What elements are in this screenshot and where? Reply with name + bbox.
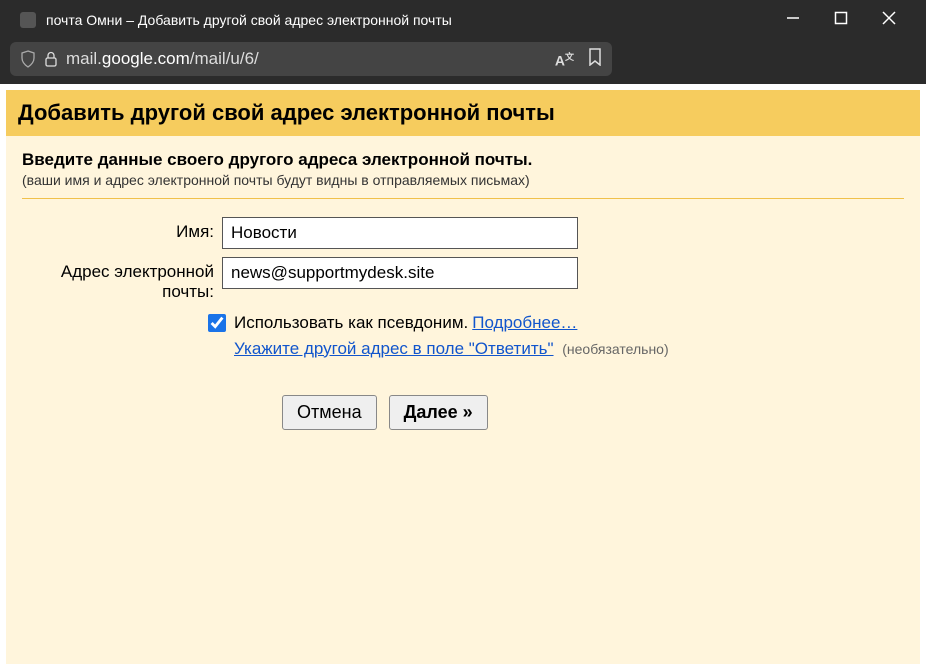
main-content: Введите данные своего другого адреса эле… bbox=[6, 136, 920, 664]
window-favicon bbox=[20, 12, 36, 28]
alias-more-link[interactable]: Подробнее… bbox=[472, 313, 577, 333]
next-button[interactable]: Далее » bbox=[389, 395, 488, 430]
reply-optional-label: (необязательно) bbox=[562, 341, 668, 357]
divider bbox=[22, 198, 904, 199]
url-prefix: mail. bbox=[66, 49, 102, 68]
name-label: Имя: bbox=[22, 217, 222, 242]
address-bar-inner[interactable]: mail.google.com/mail/u/6/ A文 bbox=[10, 42, 612, 76]
reply-address-link[interactable]: Укажите другой адрес в поле "Ответить" bbox=[234, 339, 554, 358]
page-header: Добавить другой свой адрес электронной п… bbox=[6, 90, 920, 136]
window-title: почта Омни – Добавить другой свой адрес … bbox=[46, 12, 786, 28]
bookmark-icon[interactable] bbox=[588, 48, 602, 71]
translate-icon[interactable]: A文 bbox=[555, 50, 574, 69]
url-path: /mail/u/6/ bbox=[190, 49, 259, 68]
minimize-button[interactable] bbox=[786, 11, 800, 30]
close-button[interactable] bbox=[882, 11, 896, 30]
alias-label: Использовать как псевдоним. bbox=[234, 313, 468, 333]
email-label: Адрес электронной почты: bbox=[22, 257, 222, 303]
cancel-button[interactable]: Отмена bbox=[282, 395, 377, 430]
shield-icon bbox=[20, 50, 36, 68]
name-input[interactable] bbox=[222, 217, 578, 249]
email-input[interactable] bbox=[222, 257, 578, 289]
lock-icon bbox=[44, 51, 58, 67]
intro-title: Введите данные своего другого адреса эле… bbox=[22, 150, 904, 170]
url-domain: google.com bbox=[102, 49, 190, 68]
url-text: mail.google.com/mail/u/6/ bbox=[66, 49, 555, 69]
alias-checkbox[interactable] bbox=[208, 314, 226, 332]
address-bar: mail.google.com/mail/u/6/ A文 bbox=[0, 40, 926, 84]
intro-subtitle: (ваши имя и адрес электронной почты буду… bbox=[22, 172, 904, 188]
maximize-button[interactable] bbox=[834, 11, 848, 30]
window-titlebar: почта Омни – Добавить другой свой адрес … bbox=[0, 0, 926, 40]
